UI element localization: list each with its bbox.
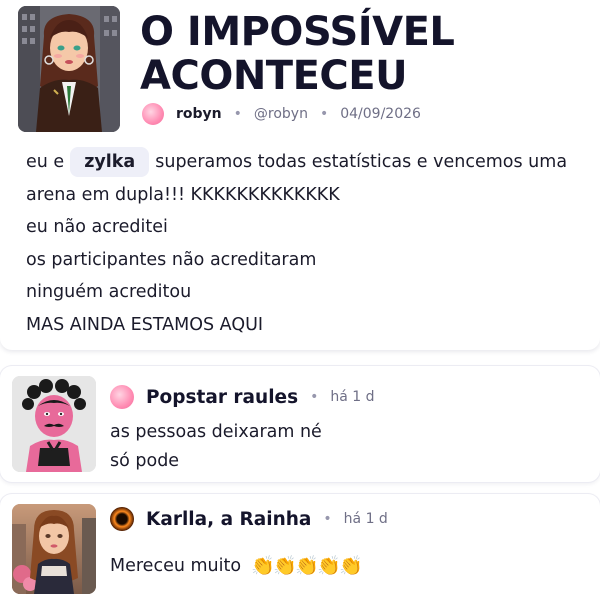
page: O IMPOSSÍVEL ACONTECEU robyn • @robyn • …	[0, 0, 600, 600]
clap-icon: 👏	[339, 555, 365, 577]
comment-time: há 1 d	[343, 511, 388, 527]
meta-separator: •	[323, 511, 332, 527]
comment-text: Mereceu muito	[110, 556, 242, 576]
post-text: superamos todas estatísticas e vencemos …	[155, 152, 568, 172]
meta-separator: •	[319, 106, 329, 122]
comment-line: Mereceu muito 👏👏👏👏👏	[110, 552, 365, 581]
clap-icon: 👏	[317, 555, 343, 577]
comment-card: Karlla, a Rainha • há 1 d Mereceu muito 👏…	[0, 494, 600, 600]
comment-header: Karlla, a Rainha • há 1 d	[110, 504, 388, 534]
meta-separator: •	[233, 106, 242, 122]
comment-body: as pessoas deixaram né só pode	[110, 418, 322, 476]
commenter-avatar[interactable]	[12, 504, 96, 594]
post-title: O IMPOSSÍVEL ACONTECEU	[140, 9, 455, 99]
avatar-illustration	[12, 504, 96, 594]
post-line: arena em dupla!!! KKKKKKKKKKKKK	[26, 184, 340, 205]
clap-icon: 👏	[273, 555, 299, 577]
post-line: eu não acreditei	[26, 217, 168, 237]
clap-icon: 👏	[251, 555, 277, 577]
commenter-name[interactable]: Popstar raules	[146, 387, 298, 408]
fire-ring-icon[interactable]	[110, 507, 134, 531]
post-author-avatar[interactable]	[18, 6, 120, 132]
post-text: eu e	[26, 152, 65, 172]
author-badge-icon[interactable]	[142, 103, 164, 125]
post-line: eu e zylka superamos todas estatísticas e …	[26, 146, 591, 179]
author-name[interactable]: robyn	[176, 106, 222, 122]
avatar-illustration	[12, 376, 96, 472]
comment-card: Popstar raules • há 1 d as pessoas deixa…	[0, 366, 600, 482]
post-body: eu e zylka superamos todas estatísticas e …	[26, 146, 591, 341]
clap-icon: 👏	[295, 555, 321, 577]
avatar-illustration	[18, 6, 120, 132]
user-mention[interactable]: zylka	[70, 147, 150, 177]
meta-separator: •	[310, 389, 319, 405]
post-line: os participantes não acreditaram	[26, 249, 317, 270]
comment-line: só pode	[110, 451, 180, 471]
post-card: O IMPOSSÍVEL ACONTECEU robyn • @robyn • …	[0, 0, 600, 350]
clap-emoji-group: 👏👏👏👏👏	[251, 552, 365, 581]
post-date: 04/09/2026	[340, 106, 421, 122]
post-meta: robyn • @robyn • 04/09/2026	[142, 100, 421, 128]
comment-body: Mereceu muito 👏👏👏👏👏	[110, 552, 365, 581]
commenter-name[interactable]: Karlla, a Rainha	[146, 509, 311, 530]
post-line: ninguém acreditou	[26, 282, 192, 302]
author-handle[interactable]: @robyn	[254, 106, 308, 122]
comment-header: Popstar raules • há 1 d	[110, 382, 375, 412]
post-line: MAS AINDA ESTAMOS AQUI	[26, 314, 264, 335]
comment-line: as pessoas deixaram né	[110, 422, 322, 442]
comment-time: há 1 d	[330, 389, 375, 405]
pink-blob-icon[interactable]	[110, 385, 134, 409]
commenter-avatar[interactable]	[12, 376, 96, 472]
